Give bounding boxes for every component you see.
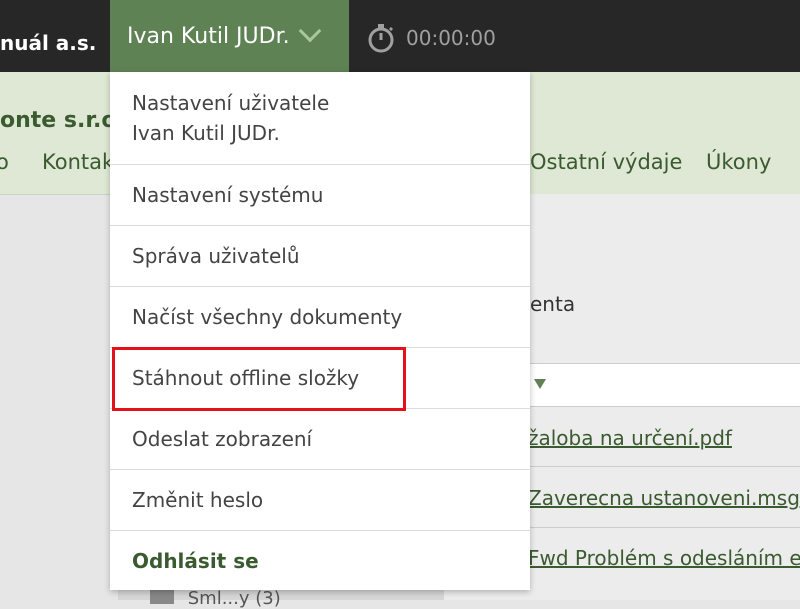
user-menu-button[interactable]: Ivan Kutil JUDr.: [110, 0, 349, 72]
company-name[interactable]: nuál a.s.: [0, 0, 96, 72]
menu-item-change-password[interactable]: Změnit heslo: [110, 469, 530, 530]
menu-item-label: Načíst všechny dokumenty: [132, 305, 403, 329]
stopwatch-icon: [368, 24, 394, 53]
folder-item[interactable]: Sml...y (3): [150, 588, 281, 609]
section-label: enta: [530, 292, 576, 316]
chevron-down-icon: [298, 19, 321, 43]
menu-item-user-management[interactable]: Správa uživatelů: [110, 225, 530, 286]
file-link[interactable]: Fwd Problém s odesláním e: [528, 546, 800, 570]
user-name: Ivan Kutil JUDr.: [127, 23, 290, 49]
nav-item-acts[interactable]: Úkony: [706, 150, 771, 174]
menu-item-label: Odhlásit se: [132, 548, 259, 573]
timer[interactable]: 00:00:00: [366, 18, 496, 58]
folder-label: Sml...y (3): [187, 588, 281, 609]
divider: [528, 466, 800, 467]
client-name: onte s.r.o: [0, 108, 117, 133]
highlight-box: [112, 347, 406, 411]
file-link[interactable]: žaloba na určení.pdf: [528, 426, 732, 450]
user-dropdown-menu: Nastavení uživatele Ivan Kutil JUDr. Nas…: [110, 72, 530, 590]
menu-item-label: Odeslat zobrazení: [132, 427, 313, 451]
menu-item-load-all-documents[interactable]: Načíst všechny dokumenty: [110, 286, 530, 347]
divider: [528, 527, 800, 528]
sort-triangle-icon[interactable]: [534, 379, 546, 389]
nav-item-other-expenses[interactable]: Ostatní výdaje: [530, 150, 682, 174]
menu-item-label: Nastavení systému: [132, 183, 324, 207]
nav-item-0[interactable]: o: [0, 150, 9, 174]
folder-icon: [150, 590, 174, 604]
timer-value: 00:00:00: [406, 26, 496, 50]
file-link[interactable]: Zaverecna ustanoveni.msg: [528, 486, 800, 510]
menu-item-label: Změnit heslo: [132, 488, 264, 512]
menu-item-label: Ivan Kutil JUDr.: [132, 121, 280, 145]
menu-item-system-settings[interactable]: Nastavení systému: [110, 164, 530, 225]
document-list-header[interactable]: [528, 363, 800, 407]
menu-item-label: Nastavení uživatele: [132, 91, 330, 115]
menu-item-send-view[interactable]: Odeslat zobrazení: [110, 408, 530, 469]
menu-item-logout[interactable]: Odhlásit se: [110, 530, 530, 590]
nav-item-contacts[interactable]: Kontak: [42, 150, 114, 174]
menu-item-user-settings[interactable]: Nastavení uživatele Ivan Kutil JUDr.: [110, 72, 530, 164]
menu-item-label: Správa uživatelů: [132, 244, 300, 268]
